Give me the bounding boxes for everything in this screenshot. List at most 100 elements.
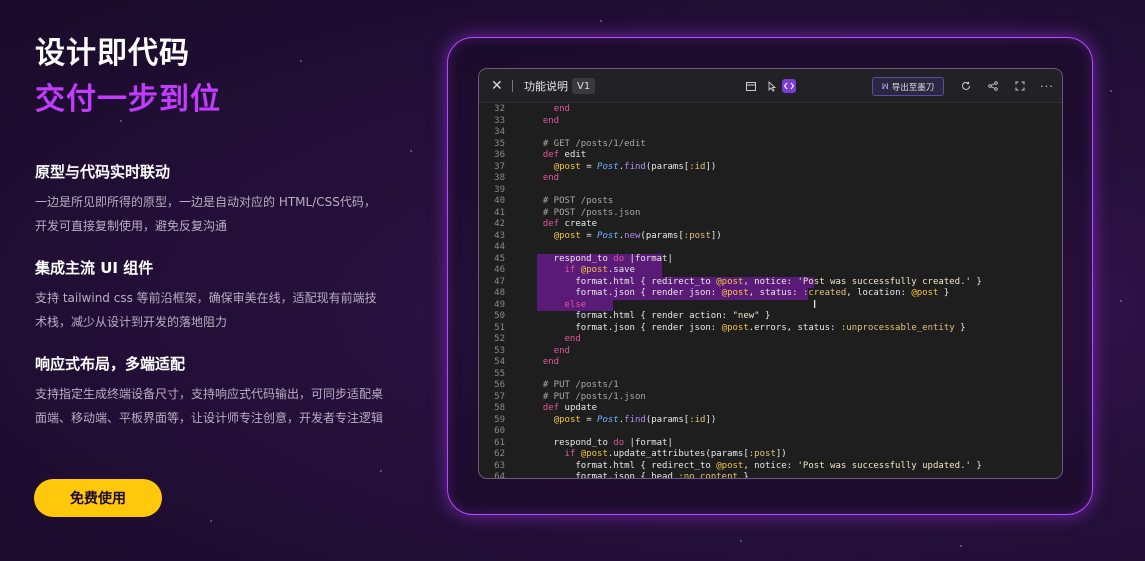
code-text: if @post.update_attributes(params[:post]… xyxy=(564,449,787,459)
code-text: def update xyxy=(542,403,598,413)
code-text: format.json { head :no_content } xyxy=(532,472,749,478)
code-line[interactable]: 44 xyxy=(479,242,1062,254)
export-label: 导出至墨刀 xyxy=(891,82,935,93)
close-icon[interactable]: ✕ xyxy=(491,69,503,103)
code-text: # PUT /posts/1.json xyxy=(532,391,646,402)
refresh-icon[interactable] xyxy=(959,79,973,93)
frame-icon[interactable] xyxy=(744,79,758,93)
code-line[interactable]: 48 format.json { render json: @post, sta… xyxy=(479,288,1062,300)
code-line[interactable]: 42 def create xyxy=(479,219,1062,231)
code-text: respond_to do |format| xyxy=(532,437,673,448)
line-number: 49 xyxy=(494,299,505,310)
code-text: @post = Post.find(params[:id]) xyxy=(553,161,717,172)
line-number: 46 xyxy=(494,265,505,275)
line-number: 48 xyxy=(494,288,505,298)
code-line[interactable]: 35 # GET /posts/1/edit xyxy=(479,139,1062,151)
line-number: 40 xyxy=(494,196,505,206)
line-number: 36 xyxy=(494,150,505,160)
free-trial-button[interactable]: 免费使用 xyxy=(34,479,162,517)
code-line[interactable]: 38 end xyxy=(479,173,1062,185)
export-logo-icon: ꟽ xyxy=(881,82,889,91)
code-line[interactable]: 62 if @post.update_attributes(params[:po… xyxy=(479,449,1062,461)
code-line[interactable]: 52 end xyxy=(479,334,1062,346)
line-number: 60 xyxy=(494,426,505,436)
share-icon[interactable] xyxy=(986,79,1000,93)
code-text: # POST /posts xyxy=(532,196,614,206)
code-line[interactable]: 54 end xyxy=(479,357,1062,369)
code-text: format.html { redirect_to @post, notice:… xyxy=(532,276,982,287)
code-text: def edit xyxy=(542,150,587,160)
line-number: 38 xyxy=(494,173,505,183)
line-number: 58 xyxy=(494,403,505,413)
code-line[interactable]: 34 xyxy=(479,127,1062,139)
export-button[interactable]: ꟽ 导出至墨刀 xyxy=(872,77,944,96)
code-text: format.html { render action: "new" } xyxy=(532,311,771,321)
line-number: 37 xyxy=(494,161,505,172)
code-text: format.json { render json: @post.errors,… xyxy=(532,322,966,333)
toolbar-divider xyxy=(512,80,513,92)
code-line[interactable]: 59 @post = Post.find(params[:id]) xyxy=(479,415,1062,427)
code-line[interactable]: 36 def edit xyxy=(479,150,1062,162)
hero-subtitle: 交付一步到位 xyxy=(35,82,221,117)
feature-title: 响应式布局，多端适配 xyxy=(35,355,186,373)
code-line[interactable]: 61 respond_to do |format| xyxy=(479,438,1062,450)
code-line[interactable]: 50 format.html { render action: "new" } xyxy=(479,311,1062,323)
fullscreen-icon[interactable] xyxy=(1013,79,1027,93)
line-number: 41 xyxy=(494,207,505,218)
code-text: # PUT /posts/1 xyxy=(532,380,619,390)
code-editor[interactable]: 32 end 33 end 34 35 # GET /posts/1/edit 36 d… xyxy=(479,103,1062,478)
line-number: 56 xyxy=(494,380,505,390)
window-title: 功能说明 xyxy=(524,80,568,93)
code-line[interactable]: 58 def update xyxy=(479,403,1062,415)
code-line[interactable]: 53 end xyxy=(479,346,1062,358)
code-text: end xyxy=(553,104,570,114)
version-badge[interactable]: V1 xyxy=(572,78,596,94)
code-text: @post = Post.find(params[:id]) xyxy=(553,414,717,425)
line-number: 59 xyxy=(494,414,505,425)
line-number: 47 xyxy=(494,276,505,287)
code-text: else xyxy=(564,299,587,310)
code-line[interactable]: 33 end xyxy=(479,116,1062,128)
star xyxy=(410,150,412,152)
star xyxy=(740,540,742,542)
code-line[interactable]: 45 respond_to do |format| xyxy=(479,253,1062,265)
code-line[interactable]: 56 # PUT /posts/1 xyxy=(479,380,1062,392)
code-line[interactable]: 63 format.html { redirect_to @post, noti… xyxy=(479,461,1062,473)
code-preview-window: ✕ 功能说明 V1 ꟽ 导出至墨刀 ··· 32 end 33 end 34 3… xyxy=(478,68,1063,479)
code-icon[interactable] xyxy=(782,79,796,93)
code-line[interactable]: 47 format.html { redirect_to @post, noti… xyxy=(479,276,1062,288)
code-text: # POST /posts.json xyxy=(532,207,641,218)
star xyxy=(120,120,122,122)
code-text: @post = Post.new(params[:post]) xyxy=(553,230,722,241)
line-number: 51 xyxy=(494,322,505,333)
code-line[interactable]: 51 format.json { render json: @post.erro… xyxy=(479,323,1062,335)
code-text: end xyxy=(542,173,560,183)
star xyxy=(1110,90,1112,92)
code-line[interactable]: 64 format.json { head :no_content } xyxy=(479,472,1062,478)
code-text: format.json { render json: @post, status… xyxy=(532,288,950,298)
code-line[interactable]: 46 if @post.save xyxy=(479,265,1062,277)
code-text: format.html { redirect_to @post, notice:… xyxy=(532,460,982,471)
line-number: 53 xyxy=(494,345,505,356)
line-number: 39 xyxy=(494,184,505,195)
line-number: 35 xyxy=(494,138,505,149)
hero-heading: 设计即代码 交付一步到位 xyxy=(35,36,221,118)
code-line[interactable]: 60 xyxy=(479,426,1062,438)
code-line[interactable]: 39 xyxy=(479,185,1062,197)
code-line[interactable]: 40 # POST /posts xyxy=(479,196,1062,208)
code-line[interactable]: 32 end xyxy=(479,104,1062,116)
code-line[interactable]: 57 # PUT /posts/1.json xyxy=(479,392,1062,404)
star xyxy=(380,470,382,472)
code-line[interactable]: 43 @post = Post.new(params[:post]) xyxy=(479,231,1062,243)
line-number: 32 xyxy=(494,104,505,114)
line-number: 61 xyxy=(494,437,505,448)
more-icon[interactable]: ··· xyxy=(1040,79,1054,93)
code-line[interactable]: 55 xyxy=(479,369,1062,381)
text-cursor-icon: I xyxy=(813,298,817,311)
code-line[interactable]: 49 else xyxy=(479,299,1062,311)
line-number: 52 xyxy=(494,334,505,344)
pointer-icon[interactable] xyxy=(764,79,778,93)
code-line[interactable]: 37 @post = Post.find(params[:id]) xyxy=(479,162,1062,174)
code-line[interactable]: 41 # POST /posts.json xyxy=(479,208,1062,220)
line-number: 55 xyxy=(494,368,505,379)
